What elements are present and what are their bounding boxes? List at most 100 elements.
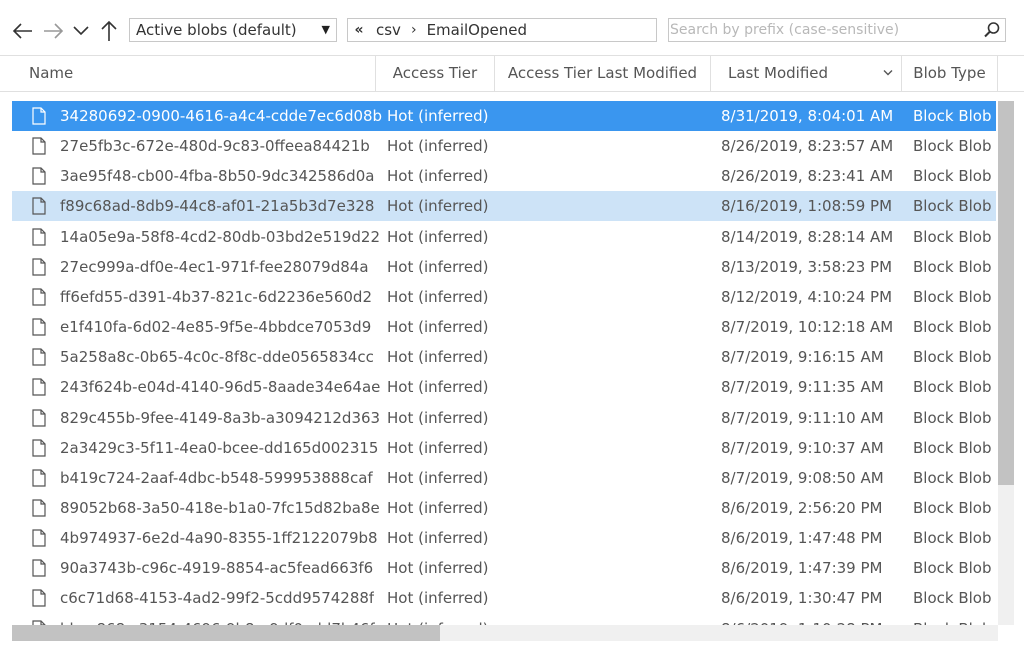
blob-type-cell: Block Blob [913,529,992,548]
last-modified-cell: 8/6/2019, 2:56:20 PM [721,498,883,517]
breadcrumb-segment-csv[interactable]: csv [370,19,407,41]
table-row[interactable]: e1f410fa-6d02-4e85-9f5e-4bbdce7053d9 Hot … [12,312,996,342]
last-modified-cell: 8/26/2019, 8:23:57 AM [721,137,894,156]
access-tier-cell: Hot (inferred) [387,589,489,608]
table-row[interactable]: b419c724-2aaf-4dbc-b548-599953888caf Hot … [12,463,996,493]
chevron-down-icon [73,26,89,36]
table-row[interactable]: 3ae95f48-cb00-4fba-8b50-9dc342586d0a Hot … [12,161,996,191]
column-access-tier-label: Access Tier [392,64,478,82]
blob-type-cell: Block Blob [913,318,992,337]
access-tier-cell: Hot (inferred) [387,197,489,216]
access-tier-cell: Hot (inferred) [387,559,489,578]
column-header: Name Access Tier Access Tier Last Modifi… [0,55,1024,92]
column-last-modified-label: Last Modified [728,64,829,82]
table-row[interactable]: 90a3743b-c96c-4919-8854-ac5fead663f6 Hot … [12,553,996,583]
blob-type-cell: Block Blob [913,589,992,608]
blob-type-cell: Block Blob [913,257,992,276]
table-row[interactable]: 14a05e9a-58f8-4cd2-80db-03bd2e519d22 Hot … [12,222,996,252]
blob-type-cell: Block Blob [913,197,992,216]
access-tier-cell: Hot (inferred) [387,408,489,427]
blob-name-cell: b419c724-2aaf-4dbc-b548-599953888caf [60,468,373,487]
blob-filter-value: Active blobs (default) [136,21,297,39]
blob-name-cell: 243f624b-e04d-4140-96d5-8aade34e64ae [60,378,381,397]
column-name[interactable]: Name [0,56,376,91]
blob-list: 34280692-0900-4616-a4c4-cdde7ec6d08b Hot … [12,101,996,625]
table-row[interactable]: 89052b68-3a50-418e-b1a0-7fc15d82ba8e Hot … [12,493,996,523]
arrow-up-icon [101,20,117,41]
last-modified-cell: 8/31/2019, 8:04:01 AM [721,107,894,125]
table-row[interactable]: 2a3429c3-5f11-4ea0-bcee-dd165d002315 Hot … [12,433,996,463]
dropdown-arrow-icon: ▼ [321,23,330,36]
file-icon [32,288,46,306]
column-blob-type[interactable]: Blob Type [902,56,998,91]
access-tier-cell: Hot (inferred) [387,614,488,625]
last-modified-cell: 8/13/2019, 3:58:23 PM [721,257,893,276]
table-row[interactable]: 243f624b-e04d-4140-96d5-8aade34e64ae Hot … [12,372,996,402]
back-button[interactable] [10,18,36,44]
file-icon [32,589,46,607]
up-button[interactable] [96,18,122,44]
blob-name-cell: bbac868c-3154-4696-9b8e-9df0add7b46f [60,614,375,625]
double-chevron-left-icon[interactable]: « [348,19,370,41]
sort-descending-icon [883,70,893,76]
table-row[interactable]: 5a258a8c-0b65-4c0c-8f8c-dde0565834cc Hot … [12,342,996,372]
column-access-tier[interactable]: Access Tier [376,56,495,91]
blob-name-cell: 27ec999a-df0e-4ec1-971f-fee28079d84a [60,257,369,276]
file-icon [32,258,46,276]
blob-filter-select[interactable]: Active blobs (default) ▼ [129,18,337,42]
table-row[interactable]: 829c455b-9fee-4149-8a3b-a3094212d363 Hot … [12,403,996,433]
blob-name-cell: 3ae95f48-cb00-4fba-8b50-9dc342586d0a [60,167,375,186]
file-icon [32,529,46,547]
forward-button[interactable] [40,18,66,44]
blob-name-cell: 89052b68-3a50-418e-b1a0-7fc15d82ba8e [60,498,380,517]
last-modified-cell: 8/6/2019, 1:30:47 PM [721,589,883,608]
access-tier-cell: Hot (inferred) [387,227,489,246]
file-icon [32,137,46,155]
table-row[interactable]: c6c71d68-4153-4ad2-99f2-5cdd9574288f Hot … [12,583,996,613]
blob-name-cell: 2a3429c3-5f11-4ea0-bcee-dd165d002315 [60,438,379,457]
file-icon [32,469,46,487]
blob-type-cell: Block Blob [913,227,992,246]
blob-type-cell: Block Blob [913,408,992,427]
access-tier-cell: Hot (inferred) [387,529,489,548]
blob-name-cell: ff6efd55-d391-4b37-821c-6d2236e560d2 [60,287,372,306]
file-icon [32,227,46,246]
column-last-modified[interactable]: Last Modified [711,56,902,91]
breadcrumb-segment-current[interactable]: EmailOpened [421,19,533,41]
blob-name-cell: c6c71d68-4153-4ad2-99f2-5cdd9574288f [60,589,375,608]
table-row[interactable]: 27e5fb3c-672e-480d-9c83-0ffeea84421b Hot … [12,131,996,161]
table-row[interactable]: 34280692-0900-4616-a4c4-cdde7ec6d08b Hot … [12,101,996,131]
table-row[interactable]: ff6efd55-d391-4b37-821c-6d2236e560d2 Hot … [12,282,996,312]
blob-name-cell: e1f410fa-6d02-4e85-9f5e-4bbdce7053d9 [60,318,372,337]
access-tier-cell: Hot (inferred) [387,498,489,517]
search-icon[interactable] [983,21,1001,39]
last-modified-cell: 8/7/2019, 9:11:35 AM [721,378,884,397]
file-icon [32,499,46,517]
blob-type-cell: Block Blob [913,167,992,186]
table-row[interactable]: bbac868c-3154-4696-9b8e-9df0add7b46f Hot … [12,614,996,625]
file-icon [32,318,46,336]
table-row[interactable]: 4b974937-6e2d-4a90-8355-1ff2122079b8 Hot … [12,523,996,553]
blob-type-cell: Block Blob [913,348,992,367]
horizontal-scrollbar-thumb[interactable] [12,625,440,641]
last-modified-cell: 8/26/2019, 8:23:41 AM [721,167,894,186]
access-tier-cell: Hot (inferred) [387,378,489,397]
last-modified-cell: 8/7/2019, 9:08:50 AM [721,468,884,487]
blob-type-cell: Block Blob [913,468,992,487]
blob-type-cell: Block Blob [913,137,992,156]
blob-type-cell: Block Blob [913,438,992,457]
vertical-scrollbar-thumb[interactable] [998,101,1014,485]
last-modified-cell: 8/7/2019, 9:11:10 AM [721,408,884,427]
blob-type-cell: Block Blob [913,614,992,625]
file-icon [32,167,46,185]
last-modified-cell: 8/12/2019, 4:10:24 PM [721,287,893,306]
table-row[interactable]: f89c68ad-8db9-44c8-af01-21a5b3d7e328 Hot … [12,191,996,222]
search-input[interactable] [670,20,970,40]
breadcrumb: « csv › EmailOpened [347,18,657,42]
access-tier-cell: Hot (inferred) [387,167,489,186]
blob-name-cell: 829c455b-9fee-4149-8a3b-a3094212d363 [60,408,381,427]
blob-type-cell: Block Blob [913,378,992,397]
table-row[interactable]: 27ec999a-df0e-4ec1-971f-fee28079d84a Hot … [12,252,996,282]
column-access-tier-last-modified[interactable]: Access Tier Last Modified [495,56,711,91]
recent-locations-button[interactable] [68,18,94,44]
